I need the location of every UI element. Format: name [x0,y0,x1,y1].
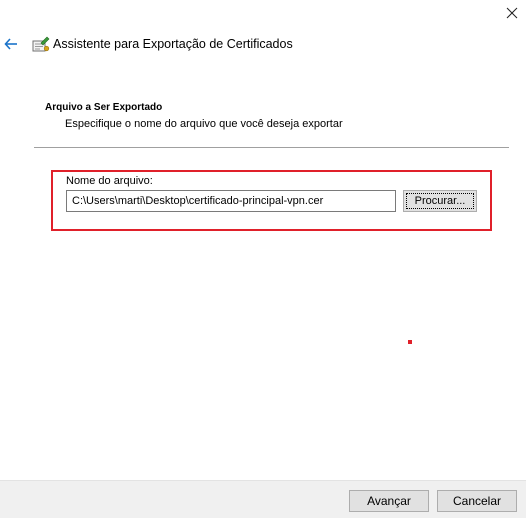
window-title: Assistente para Exportação de Certificad… [53,37,293,51]
browse-button[interactable]: Procurar... [403,190,477,212]
file-name-input[interactable] [66,190,396,212]
header-divider [34,147,509,148]
cancel-button[interactable]: Cancelar [437,490,517,512]
certificate-export-wizard: { "window": { "title": "Assistente para … [0,0,526,518]
file-name-label: Nome do arquivo: [66,175,153,187]
section-description: Especifique o nome do arquivo que você d… [65,118,343,130]
certificate-wizard-icon [32,35,50,53]
focus-outline [406,193,474,209]
back-arrow-icon[interactable] [4,37,18,51]
section-heading: Arquivo a Ser Exportado [45,102,163,113]
next-button[interactable]: Avançar [349,490,429,512]
annotation-dot [408,340,412,344]
close-icon[interactable] [504,5,520,21]
